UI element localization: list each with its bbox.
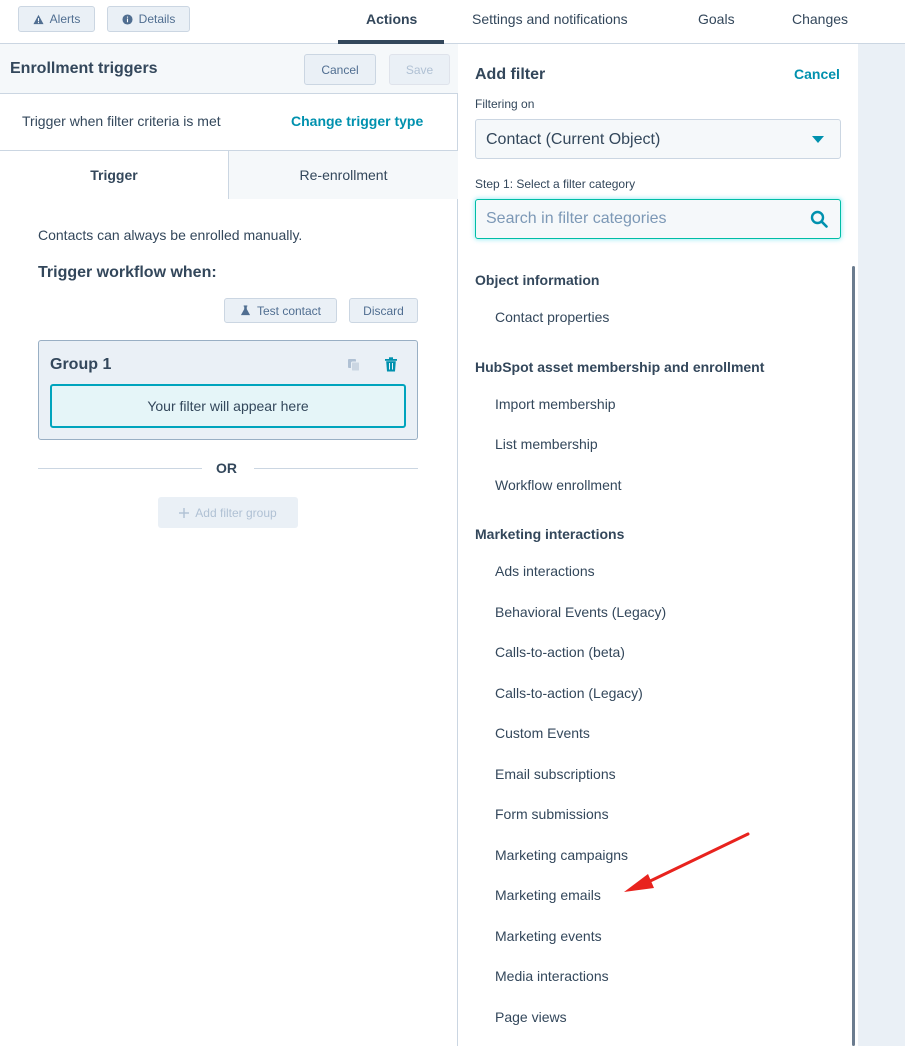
category-marketing-events[interactable]: Marketing events bbox=[495, 928, 602, 944]
trash-icon[interactable] bbox=[384, 357, 398, 372]
enrollment-triggers-panel: Enrollment triggers Cancel Save Trigger … bbox=[0, 44, 458, 1046]
category-custom-events[interactable]: Custom Events bbox=[495, 725, 590, 741]
test-contact-button[interactable]: Test contact bbox=[224, 298, 337, 323]
filter-group-card: Group 1 Your filter will appear here bbox=[38, 340, 418, 440]
change-trigger-type-link[interactable]: Change trigger type bbox=[291, 113, 423, 129]
search-input[interactable] bbox=[486, 208, 796, 230]
category-workflow-enrollment[interactable]: Workflow enrollment bbox=[495, 477, 622, 493]
tab-goals[interactable]: Goals bbox=[698, 11, 735, 27]
section-marketing-interactions: Marketing interactions bbox=[475, 526, 625, 542]
save-button[interactable]: Save bbox=[389, 54, 450, 85]
or-divider-right bbox=[254, 468, 418, 469]
test-contact-label: Test contact bbox=[256, 303, 322, 318]
category-import-membership[interactable]: Import membership bbox=[495, 396, 616, 412]
step-one-label: Step 1: Select a filter category bbox=[475, 177, 636, 191]
object-select-dropdown[interactable]: Contact (Current Object) bbox=[475, 119, 841, 159]
details-label: Details bbox=[138, 12, 176, 26]
manual-enrollment-note: Contacts can always be enrolled manually… bbox=[38, 227, 303, 243]
category-page-views[interactable]: Page views bbox=[495, 1009, 567, 1025]
category-marketing-campaigns[interactable]: Marketing campaigns bbox=[495, 847, 628, 863]
category-email-subscriptions[interactable]: Email subscriptions bbox=[495, 766, 616, 782]
trigger-workflow-heading: Trigger workflow when: bbox=[38, 264, 217, 281]
panel-header: Enrollment triggers Cancel Save bbox=[0, 44, 458, 94]
caret-down-icon bbox=[812, 136, 824, 143]
panel-title: Enrollment triggers bbox=[10, 60, 158, 77]
add-filter-cancel-link[interactable]: Cancel bbox=[794, 66, 840, 82]
object-select-value: Contact (Current Object) bbox=[486, 131, 661, 148]
add-filter-group-label: Add filter group bbox=[195, 505, 277, 520]
filtering-on-label: Filtering on bbox=[475, 97, 535, 111]
tab-changes[interactable]: Changes bbox=[792, 11, 848, 27]
or-label: OR bbox=[216, 460, 237, 476]
canvas-background bbox=[858, 44, 905, 1046]
add-filter-title: Add filter bbox=[475, 66, 546, 83]
tab-trigger[interactable]: Trigger bbox=[0, 151, 229, 199]
filter-placeholder[interactable]: Your filter will appear here bbox=[50, 384, 406, 428]
trigger-type-description: Trigger when filter criteria is met bbox=[22, 113, 221, 129]
warning-icon bbox=[33, 14, 44, 24]
scrollbar[interactable] bbox=[852, 266, 855, 1046]
or-divider-left bbox=[38, 468, 202, 469]
category-behavioral-events-legacy[interactable]: Behavioral Events (Legacy) bbox=[495, 604, 666, 620]
category-form-submissions[interactable]: Form submissions bbox=[495, 806, 609, 822]
tab-actions[interactable]: Actions bbox=[366, 11, 417, 27]
search-icon[interactable] bbox=[810, 210, 828, 228]
info-icon bbox=[122, 13, 133, 25]
category-calls-to-action-beta[interactable]: Calls-to-action (beta) bbox=[495, 644, 625, 660]
discard-button[interactable]: Discard bbox=[349, 298, 418, 323]
category-contact-properties[interactable]: Contact properties bbox=[495, 309, 609, 325]
cancel-button[interactable]: Cancel bbox=[304, 54, 376, 85]
top-navigation-bar: Alerts Details Actions Settings and noti… bbox=[0, 0, 905, 44]
copy-icon[interactable] bbox=[347, 358, 361, 372]
category-calls-to-action-legacy[interactable]: Calls-to-action (Legacy) bbox=[495, 685, 643, 701]
section-asset-membership: HubSpot asset membership and enrollment bbox=[475, 359, 765, 375]
filter-category-search bbox=[475, 199, 841, 239]
section-object-information: Object information bbox=[475, 272, 600, 288]
add-filter-panel: Add filter Cancel Filtering on Contact (… bbox=[459, 44, 858, 1046]
plus-icon bbox=[179, 507, 190, 518]
trigger-tabs: Trigger Re-enrollment bbox=[0, 150, 458, 199]
category-list-membership[interactable]: List membership bbox=[495, 436, 598, 452]
alerts-label: Alerts bbox=[49, 12, 81, 26]
category-marketing-emails[interactable]: Marketing emails bbox=[495, 887, 601, 903]
tab-settings-and-notifications[interactable]: Settings and notifications bbox=[472, 11, 628, 27]
group-title: Group 1 bbox=[50, 356, 112, 373]
add-filter-group-button[interactable]: Add filter group bbox=[158, 497, 298, 528]
flask-icon bbox=[240, 305, 251, 316]
details-button[interactable]: Details bbox=[107, 6, 190, 32]
category-media-interactions[interactable]: Media interactions bbox=[495, 968, 609, 984]
tab-re-enrollment[interactable]: Re-enrollment bbox=[229, 151, 458, 199]
category-ads-interactions[interactable]: Ads interactions bbox=[495, 563, 595, 579]
alerts-button[interactable]: Alerts bbox=[18, 6, 95, 32]
